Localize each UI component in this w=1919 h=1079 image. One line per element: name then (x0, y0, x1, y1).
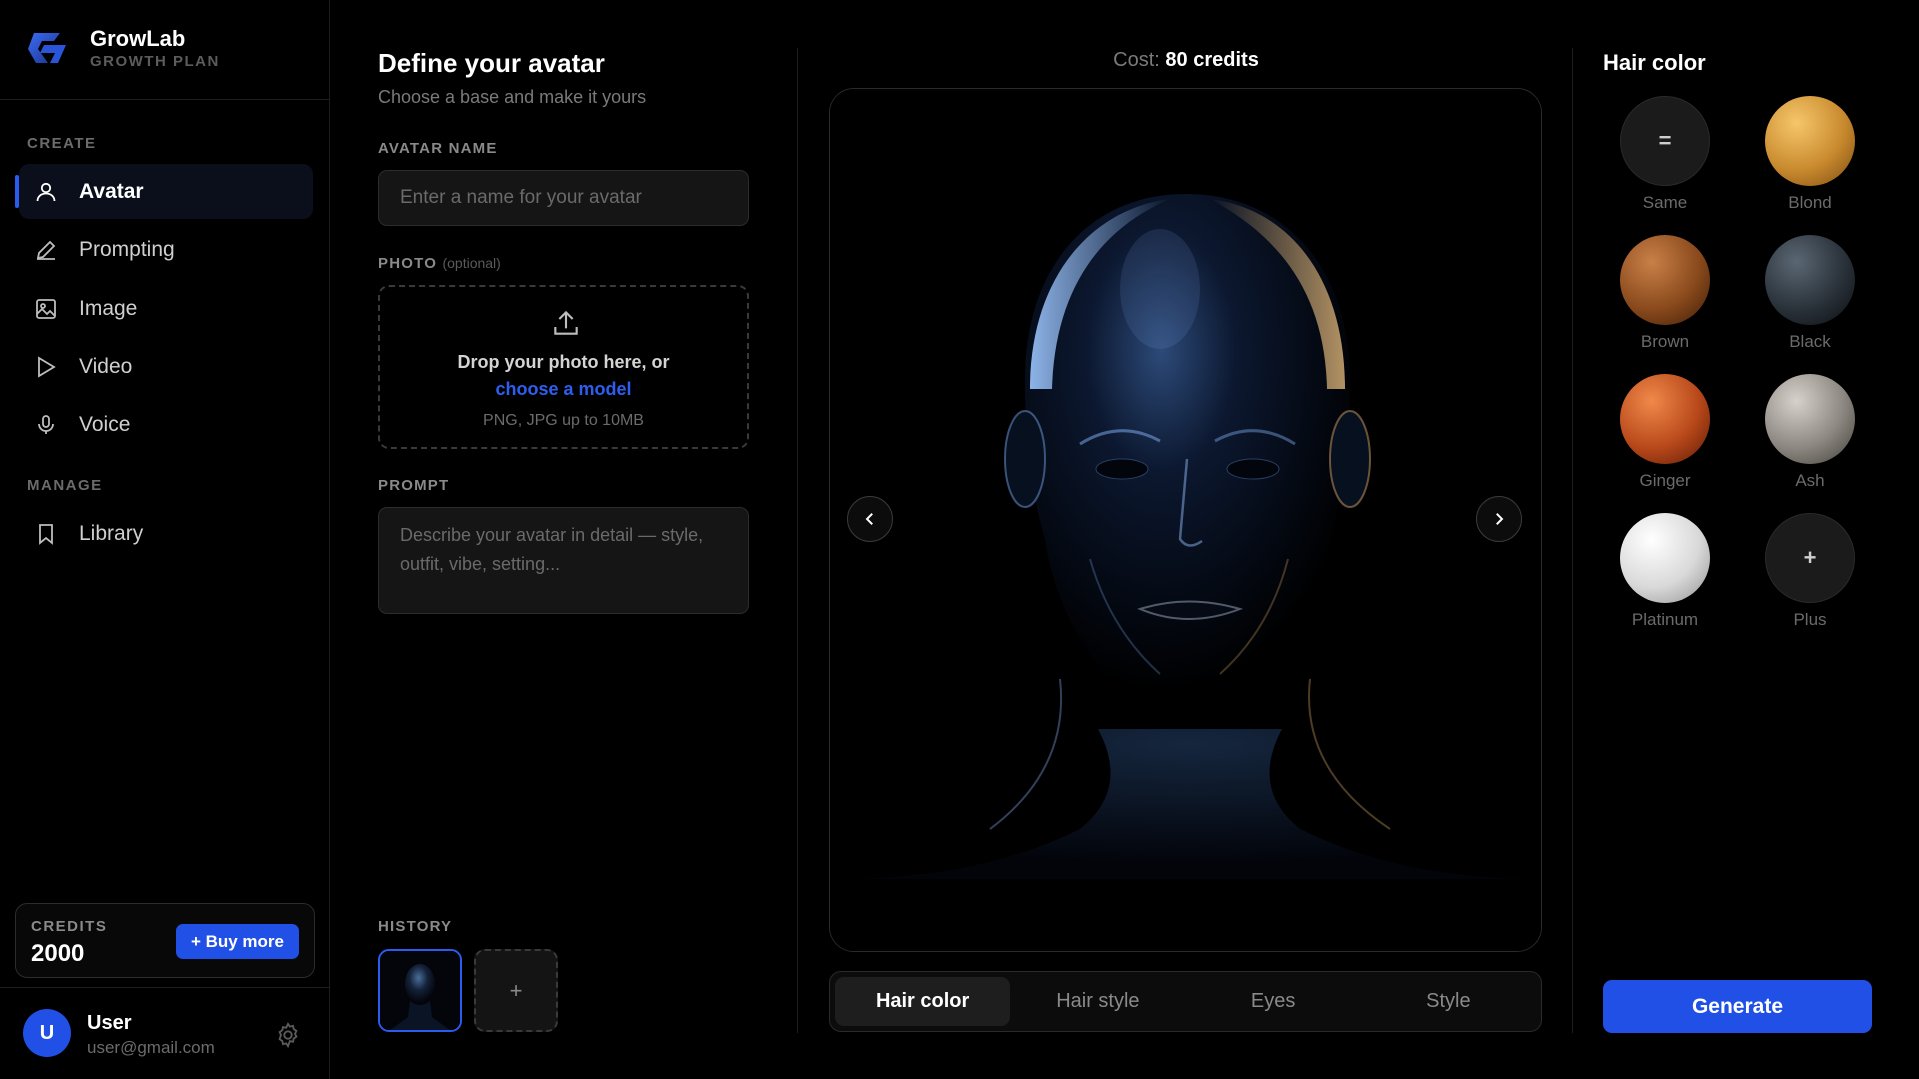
section-label-manage: MANAGE (27, 477, 103, 494)
equals-icon: = (1620, 96, 1710, 186)
ash-swatch (1765, 374, 1855, 464)
sidebar-item-label: Video (79, 354, 133, 378)
hair-option-ginger[interactable]: Ginger (1620, 374, 1710, 490)
credits-label: CREDITS (31, 918, 108, 935)
tab-style[interactable]: Style (1361, 977, 1536, 1026)
pencil-icon (33, 237, 59, 263)
photo-label-text: PHOTO (378, 255, 438, 272)
hair-option-blond[interactable]: Blond (1765, 96, 1855, 212)
sidebar: GrowLab GROWTH PLAN CREATE Avatar Prompt… (0, 0, 330, 1079)
prompt-textarea[interactable] (378, 507, 749, 614)
section-label-create: CREATE (27, 135, 97, 152)
black-swatch (1765, 235, 1855, 325)
blond-swatch (1765, 96, 1855, 186)
chevron-right-icon (1496, 513, 1504, 525)
dropzone-text: Drop your photo here, or (457, 352, 670, 372)
avatar-preview-image (830, 89, 1541, 951)
bookmark-icon (33, 521, 59, 547)
divider (0, 99, 330, 100)
avatar-thumbnail-image (380, 951, 460, 1030)
divider (1572, 48, 1573, 1033)
brand[interactable]: GrowLab GROWTH PLAN (26, 26, 220, 72)
generate-button[interactable]: Generate (1603, 980, 1872, 1033)
prompt-label: PROMPT (378, 477, 450, 494)
brown-swatch (1620, 235, 1710, 325)
photo-label: PHOTO (optional) (378, 255, 501, 272)
hair-option-label: Ash (1795, 471, 1825, 490)
hair-option-ash[interactable]: Ash (1765, 374, 1855, 490)
credits-value: 2000 (31, 940, 85, 967)
play-icon (33, 354, 59, 380)
add-history-button[interactable]: + (474, 949, 558, 1032)
optional-label: (optional) (442, 255, 501, 271)
customization-tabs: Hair color Hair style Eyes Style (829, 971, 1542, 1032)
tab-hair-style[interactable]: Hair style (1010, 977, 1185, 1026)
hair-option-black[interactable]: Black (1765, 235, 1855, 351)
sidebar-item-image[interactable]: Image (19, 281, 313, 336)
sidebar-item-avatar[interactable]: Avatar (15, 164, 313, 219)
hair-option-label: Blond (1788, 193, 1832, 212)
history-thumbnail[interactable] (378, 949, 462, 1032)
dropzone-hint: PNG, JPG up to 10MB (483, 412, 644, 429)
hair-option-brown[interactable]: Brown (1620, 235, 1710, 351)
choose-model-link[interactable]: choose a model (380, 379, 747, 400)
plan-label: GROWTH PLAN (90, 53, 220, 70)
hair-color-title: Hair color (1603, 50, 1706, 75)
avatar-name-input[interactable] (378, 170, 749, 226)
user-name: User (87, 1012, 132, 1034)
history-label: HISTORY (378, 918, 453, 935)
user-profile: U User user@gmail.com (0, 988, 330, 1079)
hair-option-label: Brown (1640, 332, 1690, 351)
sidebar-item-library[interactable]: Library (19, 506, 313, 561)
tab-hair-color[interactable]: Hair color (835, 977, 1011, 1026)
app-root: GrowLab GROWTH PLAN CREATE Avatar Prompt… (0, 0, 1919, 1079)
page-subtitle: Choose a base and make it yours (378, 87, 647, 107)
plus-icon: + (1765, 513, 1855, 603)
hair-option-platinum[interactable]: Platinum (1620, 513, 1710, 629)
hair-option-label: Platinum (1631, 610, 1699, 629)
hair-option-label: Black (1789, 332, 1831, 351)
platinum-swatch (1620, 513, 1710, 603)
avatar-preview (829, 88, 1542, 952)
gear-icon[interactable] (274, 1021, 302, 1049)
growlab-logo-icon (28, 33, 66, 63)
user-icon (33, 179, 59, 205)
page-title: Define your avatar (378, 48, 605, 78)
tab-eyes[interactable]: Eyes (1186, 977, 1361, 1026)
previous-arrow-button[interactable] (847, 496, 893, 542)
sidebar-item-label: Avatar (79, 179, 144, 203)
cost-value: 80 credits (1165, 49, 1259, 71)
sidebar-item-prompting[interactable]: Prompting (19, 222, 313, 277)
sidebar-item-label: Prompting (79, 237, 175, 261)
hair-option-label: Same (1642, 193, 1688, 212)
sidebar-item-label: Image (79, 296, 138, 320)
hair-option-same[interactable]: = Same (1620, 96, 1710, 212)
sidebar-item-voice[interactable]: Voice (19, 397, 313, 452)
sidebar-item-label: Library (79, 521, 144, 545)
avatar[interactable]: U (23, 1009, 71, 1057)
ginger-swatch (1620, 374, 1710, 464)
next-arrow-button[interactable] (1476, 496, 1522, 542)
chevron-left-icon (865, 513, 873, 525)
hair-option-label: Plus (1793, 610, 1827, 629)
hair-option-label: Ginger (1639, 471, 1691, 490)
buy-more-button[interactable]: + Buy more (175, 924, 299, 959)
hair-option-plus[interactable]: + Plus (1765, 513, 1855, 629)
photo-dropzone[interactable]: Drop your photo here, or choose a model … (378, 285, 749, 449)
sidebar-item-video[interactable]: Video (19, 339, 313, 394)
brand-name: GrowLab (90, 26, 186, 51)
avatar-name-label: AVATAR NAME (378, 140, 498, 157)
microphone-icon (33, 412, 59, 438)
cost-label: Cost: (1113, 49, 1160, 71)
sidebar-item-label: Voice (79, 412, 131, 436)
cost-display: Cost: 80 credits (830, 49, 1542, 72)
upload-icon (554, 310, 578, 335)
avatar-form: Define your avatar Choose a base and mak… (378, 0, 750, 1079)
user-email: user@gmail.com (87, 1038, 215, 1057)
divider (797, 48, 798, 1033)
credits-card: CREDITS 2000 + Buy more (15, 903, 315, 978)
image-icon (33, 296, 59, 322)
